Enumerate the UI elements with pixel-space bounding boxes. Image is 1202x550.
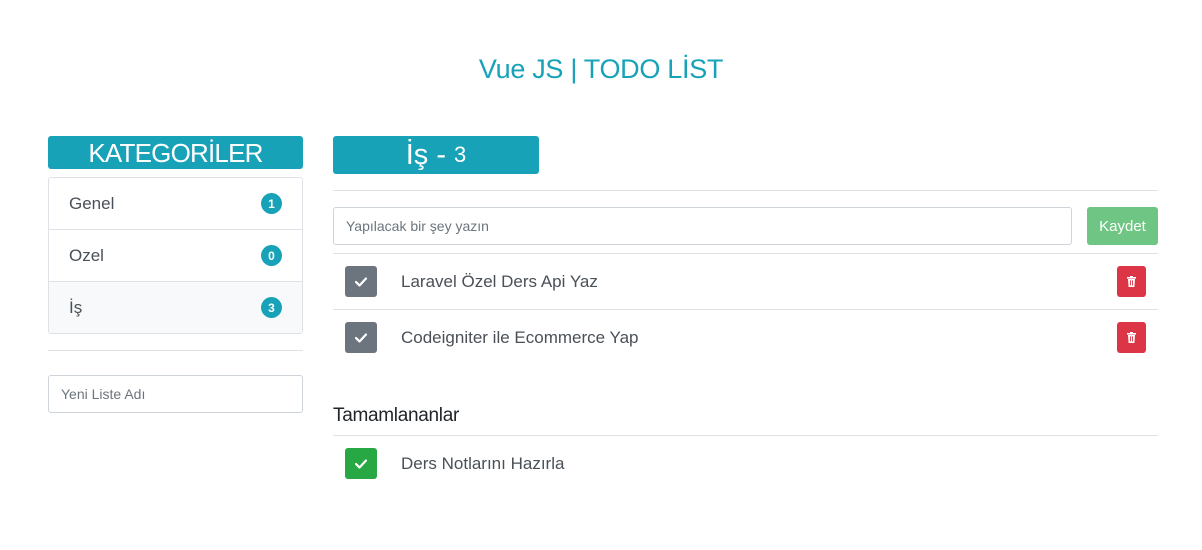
- category-count-badge: 3: [261, 297, 282, 318]
- category-label: Ozel: [69, 245, 104, 265]
- check-icon: [355, 276, 367, 287]
- category-label: İş: [69, 297, 83, 317]
- categories-header: KATEGORİLER: [48, 136, 303, 169]
- app-title: Vue JS | TODO LİST: [478, 54, 724, 84]
- category-item-genel[interactable]: Genel 1: [49, 178, 302, 230]
- main-divider: [333, 190, 1158, 191]
- completed-section-title: Tamamlananlar: [333, 405, 1158, 436]
- save-button[interactable]: Kaydet: [1087, 207, 1158, 245]
- todo-list: Laravel Özel Ders Api Yaz Codeigniter il…: [333, 253, 1158, 365]
- completed-item: Ders Notlarını Hazırla: [333, 436, 1158, 491]
- completed-list: Ders Notlarını Hazırla: [333, 436, 1158, 491]
- complete-button[interactable]: [345, 266, 377, 297]
- todo-item: Laravel Özel Ders Api Yaz: [333, 254, 1158, 310]
- category-item-ozel[interactable]: Ozel 0: [49, 230, 302, 282]
- trash-icon: [1127, 276, 1136, 287]
- list-title-text: İş -: [405, 138, 447, 171]
- add-todo-row: Kaydet: [333, 207, 1158, 245]
- category-list: Genel 1 Ozel 0 İş 3: [48, 177, 303, 334]
- todo-item: Codeigniter ile Ecommerce Yap: [333, 310, 1158, 365]
- trash-icon: [1127, 332, 1136, 343]
- sidebar-divider: [48, 350, 303, 351]
- delete-button[interactable]: [1117, 322, 1146, 353]
- check-icon: [355, 458, 367, 469]
- completed-text: Ders Notlarını Hazırla: [401, 453, 565, 473]
- list-title: İş - 3: [333, 136, 539, 174]
- category-count-badge: 1: [261, 193, 282, 214]
- todo-text: Laravel Özel Ders Api Yaz: [401, 271, 598, 291]
- list-count: 3: [454, 142, 467, 167]
- category-item-is[interactable]: İş 3: [49, 282, 302, 333]
- new-list-input[interactable]: [48, 375, 303, 413]
- check-icon: [355, 332, 367, 343]
- categories-sidebar: KATEGORİLER Genel 1 Ozel 0 İş 3: [48, 136, 303, 413]
- todo-input[interactable]: [333, 207, 1072, 245]
- delete-button[interactable]: [1117, 266, 1146, 297]
- todo-main: İş - 3 Kaydet Laravel Özel Ders Api Yaz: [333, 136, 1158, 491]
- complete-button[interactable]: [345, 322, 377, 353]
- category-label: Genel: [69, 193, 115, 213]
- uncomplete-button[interactable]: [345, 448, 377, 479]
- category-count-badge: 0: [261, 245, 282, 266]
- todo-text: Codeigniter ile Ecommerce Yap: [401, 327, 639, 347]
